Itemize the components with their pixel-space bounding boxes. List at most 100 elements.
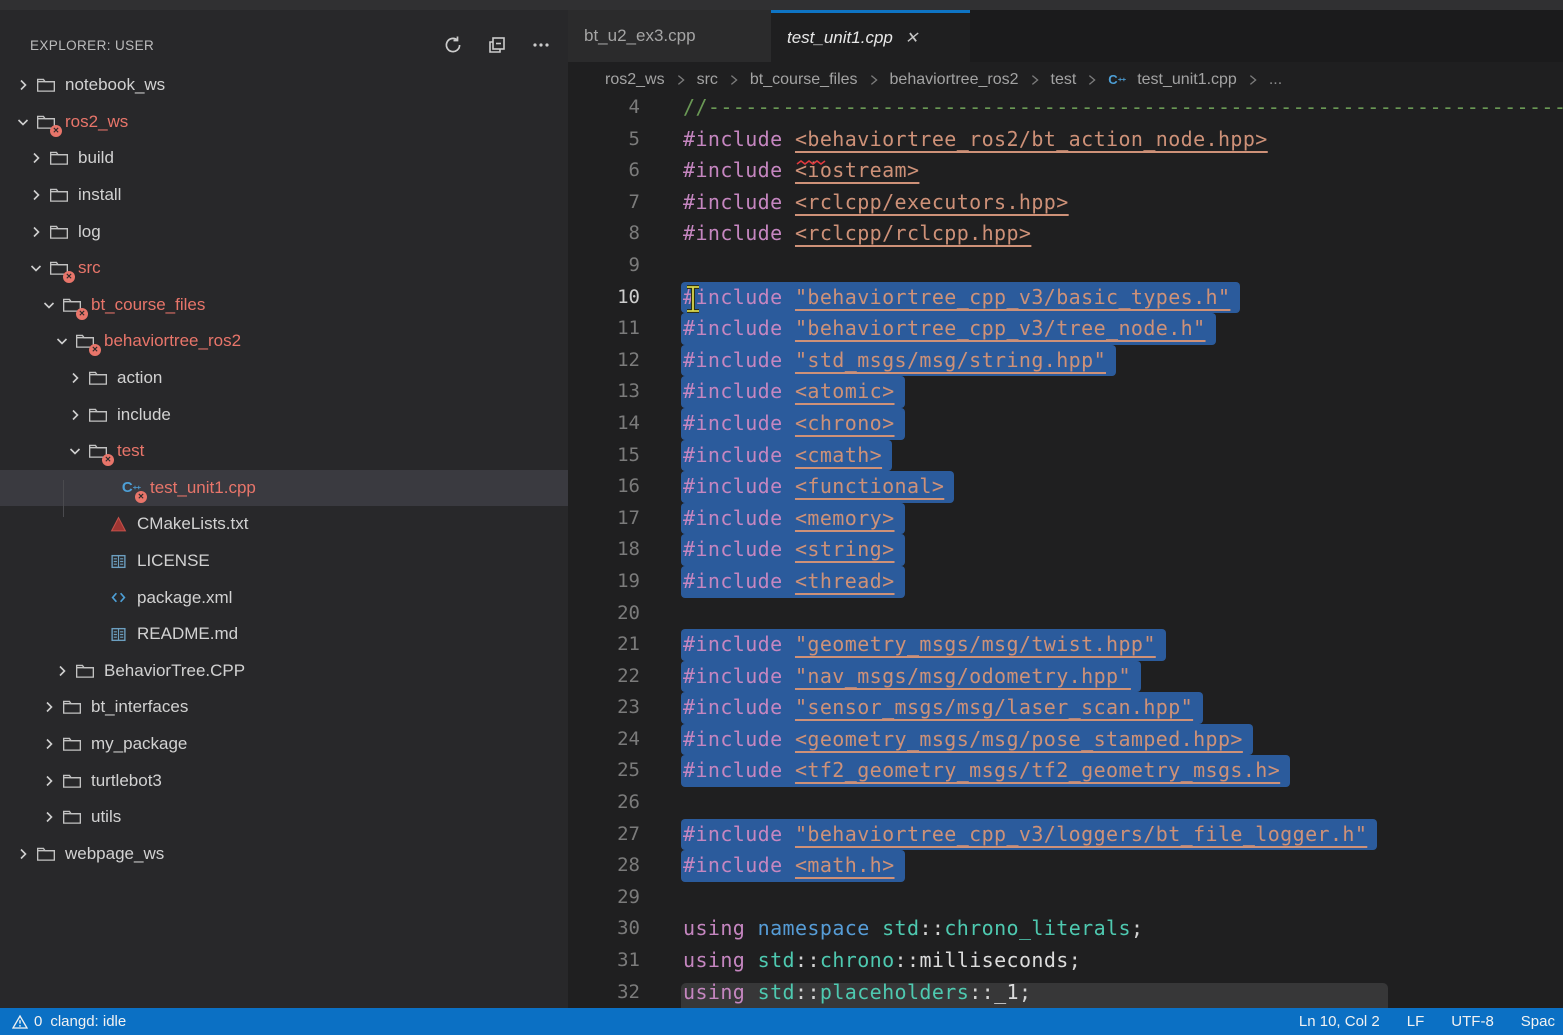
code-line-32[interactable]: 32using std::placeholders::_1;: [568, 977, 1563, 1008]
chevron-down-icon[interactable]: [51, 331, 73, 351]
collapse-all-icon[interactable]: [486, 34, 508, 56]
code-line-25[interactable]: 25#include <tf2_geometry_msgs/tf2_geomet…: [568, 755, 1563, 787]
code-editor[interactable]: 4//-------------------------------------…: [568, 98, 1563, 1008]
tree-item-behaviortree-ros2[interactable]: ✕behaviortree_ros2: [0, 323, 568, 360]
code-line-28[interactable]: 28#include <math.h>: [568, 850, 1563, 882]
breadcrumb-ellipsis[interactable]: ...: [1269, 71, 1282, 89]
line-text: #include <behaviortree_ros2/bt_action_no…: [681, 124, 1278, 156]
close-icon[interactable]: ✕: [905, 28, 918, 48]
breadcrumb-item[interactable]: test: [1051, 71, 1077, 89]
tree-item-utils[interactable]: utils: [0, 799, 568, 836]
chevron-right-icon[interactable]: [64, 368, 86, 388]
chevron-right-icon[interactable]: [38, 807, 60, 827]
chevron-right-icon[interactable]: [25, 148, 47, 168]
tree-item-cmakelists-txt[interactable]: CMakeLists.txt: [0, 506, 568, 543]
breadcrumb-item[interactable]: ros2_ws: [605, 71, 665, 89]
tree-item-build[interactable]: build: [0, 140, 568, 177]
tree-item-my-package[interactable]: my_package: [0, 726, 568, 763]
code-line-11[interactable]: 11#include "behaviortree_cpp_v3/tree_nod…: [568, 313, 1563, 345]
code-token: #include: [683, 221, 795, 245]
code-line-24[interactable]: 24#include <geometry_msgs/msg/pose_stamp…: [568, 724, 1563, 756]
tree-item-turtlebot3[interactable]: turtlebot3: [0, 762, 568, 799]
code-line-18[interactable]: 18#include <string>: [568, 534, 1563, 566]
tree-item-behaviortree-cpp[interactable]: BehaviorTree.CPP: [0, 653, 568, 690]
code-line-13[interactable]: 13#include <atomic>: [568, 376, 1563, 408]
code-line-9[interactable]: 9: [568, 250, 1563, 282]
code-line-23[interactable]: 23#include "sensor_msgs/msg/laser_scan.h…: [568, 692, 1563, 724]
include-path: <geometry_msgs/msg/pose_stamped.hpp>: [795, 727, 1243, 751]
eol-indicator[interactable]: LF: [1407, 1013, 1425, 1030]
chevron-right-icon[interactable]: [38, 734, 60, 754]
tree-item-test-unit1-cpp[interactable]: C⁺⁺✕test_unit1.cpp: [0, 470, 568, 507]
tree-item-bt-interfaces[interactable]: bt_interfaces: [0, 689, 568, 726]
line-number: 18: [568, 534, 640, 566]
include-path: "behaviortree_cpp_v3/tree_node.h": [795, 316, 1206, 340]
breadcrumb-separator-icon: [1246, 73, 1260, 87]
code-line-22[interactable]: 22#include "nav_msgs/msg/odometry.hpp": [568, 661, 1563, 693]
breadcrumb-item[interactable]: behaviortree_ros2: [890, 71, 1019, 89]
chevron-right-icon[interactable]: [12, 75, 34, 95]
code-line-19[interactable]: 19#include <thread>: [568, 566, 1563, 598]
tree-item-test[interactable]: ✕test: [0, 433, 568, 470]
more-actions-icon[interactable]: [530, 34, 552, 56]
code-line-12[interactable]: 12#include "std_msgs/msg/string.hpp": [568, 345, 1563, 377]
code-line-10[interactable]: 10#include "behaviortree_cpp_v3/basic_ty…: [568, 282, 1563, 314]
tree-item-package-xml[interactable]: package.xml: [0, 579, 568, 616]
tree-item-action[interactable]: action: [0, 360, 568, 397]
code-line-8[interactable]: 8#include <rclcpp/rclcpp.hpp>: [568, 218, 1563, 250]
chevron-right-icon[interactable]: [51, 661, 73, 681]
chevron-down-icon[interactable]: [38, 295, 60, 315]
code-line-20[interactable]: 20: [568, 598, 1563, 630]
chevron-right-icon[interactable]: [38, 697, 60, 717]
chevron-down-icon[interactable]: [25, 258, 47, 278]
breadcrumb-item[interactable]: bt_course_files: [750, 71, 858, 89]
tree-item-ros2-ws[interactable]: ✕ros2_ws: [0, 104, 568, 141]
code-line-17[interactable]: 17#include <memory>: [568, 503, 1563, 535]
tree-item-install[interactable]: install: [0, 177, 568, 214]
code-line-14[interactable]: 14#include <chrono>: [568, 408, 1563, 440]
tree-item-bt-course-files[interactable]: ✕bt_course_files: [0, 287, 568, 324]
cursor-position[interactable]: Ln 10, Col 2: [1299, 1013, 1380, 1030]
tree-item-readme-md[interactable]: README.md: [0, 616, 568, 653]
tree-item-label: build: [78, 148, 114, 168]
line-number: 21: [568, 629, 640, 661]
code-line-29[interactable]: 29: [568, 882, 1563, 914]
code-line-26[interactable]: 26: [568, 787, 1563, 819]
code-line-4[interactable]: 4//-------------------------------------…: [568, 98, 1563, 124]
tab-bt-u2-ex3-cpp[interactable]: bt_u2_ex3.cpp: [568, 10, 771, 62]
code-token: #include: [683, 664, 795, 688]
refresh-icon[interactable]: [442, 34, 464, 56]
error-badge: ✕: [50, 125, 62, 137]
code-line-15[interactable]: 15#include <cmath>: [568, 440, 1563, 472]
clangd-status[interactable]: clangd: idle: [50, 1013, 126, 1030]
chevron-right-icon[interactable]: [38, 771, 60, 791]
tree-item-src[interactable]: ✕src: [0, 250, 568, 287]
code-line-6[interactable]: 6#include <iostream>: [568, 155, 1563, 187]
code-line-31[interactable]: 31using std::chrono::milliseconds;: [568, 945, 1563, 977]
code-line-16[interactable]: 16#include <functional>: [568, 471, 1563, 503]
tree-item-notebook-ws[interactable]: notebook_ws: [0, 67, 568, 104]
tree-item-log[interactable]: log: [0, 213, 568, 250]
code-line-27[interactable]: 27#include "behaviortree_cpp_v3/loggers/…: [568, 819, 1563, 851]
chevron-right-icon[interactable]: [25, 185, 47, 205]
indentation-indicator[interactable]: Spac: [1521, 1013, 1555, 1030]
tree-item-label: ros2_ws: [65, 112, 128, 132]
problems-indicator[interactable]: 0: [12, 1013, 42, 1030]
code-line-7[interactable]: 7#include <rclcpp/executors.hpp>: [568, 187, 1563, 219]
code-line-21[interactable]: 21#include "geometry_msgs/msg/twist.hpp": [568, 629, 1563, 661]
tree-item-include[interactable]: include: [0, 396, 568, 433]
code-line-30[interactable]: 30using namespace std::chrono_literals;: [568, 913, 1563, 945]
breadcrumb-item[interactable]: test_unit1.cpp: [1137, 71, 1237, 89]
code-line-5[interactable]: 5#include <behaviortree_ros2/bt_action_n…: [568, 124, 1563, 156]
encoding-indicator[interactable]: UTF-8: [1451, 1013, 1494, 1030]
breadcrumb-item[interactable]: src: [697, 71, 718, 89]
error-squiggle: [796, 153, 826, 171]
chevron-right-icon[interactable]: [12, 844, 34, 864]
tree-item-license[interactable]: LICENSE: [0, 543, 568, 580]
tab-test-unit1-cpp[interactable]: test_unit1.cpp✕: [771, 10, 970, 62]
chevron-down-icon[interactable]: [12, 112, 34, 132]
chevron-down-icon[interactable]: [64, 441, 86, 461]
chevron-right-icon[interactable]: [25, 222, 47, 242]
tree-item-webpage-ws[interactable]: webpage_ws: [0, 835, 568, 872]
chevron-right-icon[interactable]: [64, 405, 86, 425]
